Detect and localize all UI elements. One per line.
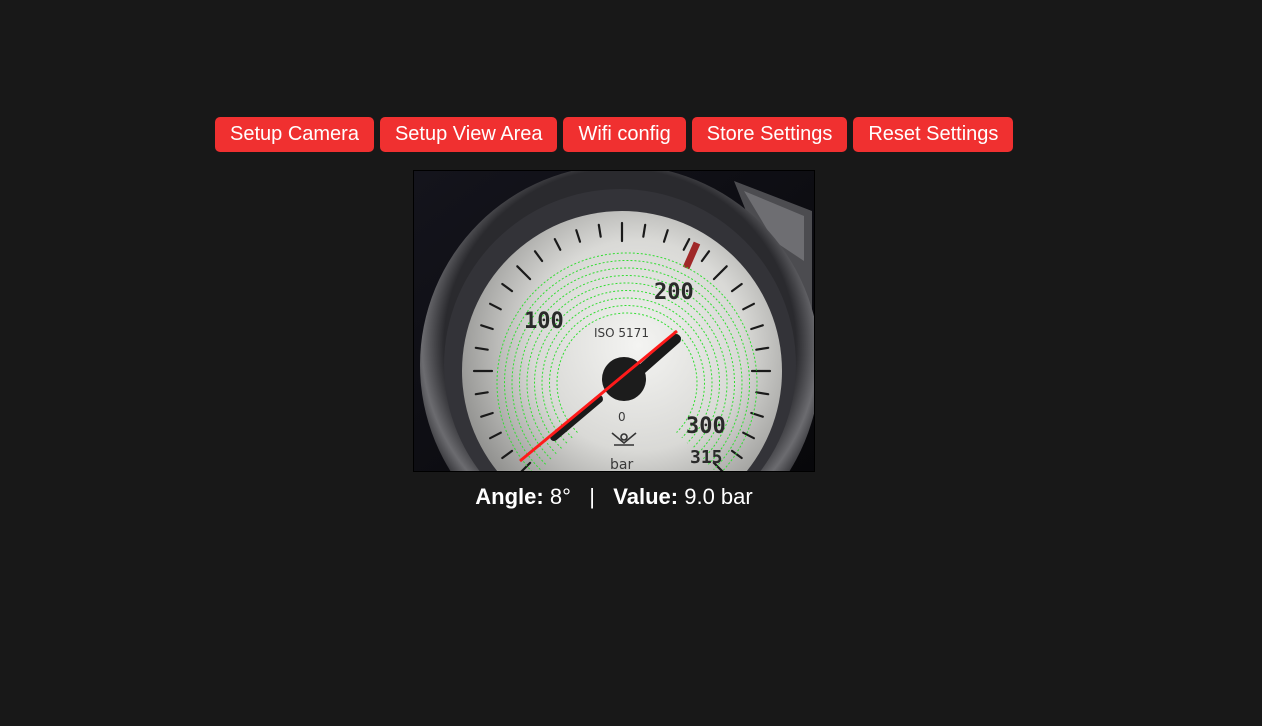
gauge-image: 100 200 300 315 ISO 5171 0 bar bbox=[414, 171, 814, 471]
zero-label: 0 bbox=[618, 410, 626, 424]
scale-label-300: 300 bbox=[686, 414, 726, 439]
value-value: 9.0 bar bbox=[684, 484, 753, 509]
angle-value: 8° bbox=[549, 484, 571, 509]
iso-standard-text: ISO 5171 bbox=[594, 326, 649, 340]
toolbar: Setup Camera Setup View Area Wifi config… bbox=[215, 117, 1014, 152]
setup-camera-button[interactable]: Setup Camera bbox=[215, 117, 374, 152]
reset-settings-button[interactable]: Reset Settings bbox=[853, 117, 1014, 152]
camera-view: 100 200 300 315 ISO 5171 0 bar bbox=[413, 170, 815, 472]
wifi-config-button[interactable]: Wifi config bbox=[563, 117, 686, 152]
scale-label-200: 200 bbox=[654, 280, 694, 305]
value-label: Value: bbox=[613, 484, 679, 509]
scale-label-315: 315 bbox=[690, 447, 723, 468]
unit-text: bar bbox=[610, 457, 633, 471]
readout-separator: | bbox=[589, 484, 595, 509]
setup-view-area-button[interactable]: Setup View Area bbox=[379, 117, 558, 152]
angle-label: Angle: bbox=[475, 484, 544, 509]
store-settings-button[interactable]: Store Settings bbox=[691, 117, 848, 152]
measurement-readout: Angle: 8° | Value: 9.0 bar bbox=[0, 484, 1228, 510]
scale-label-100: 100 bbox=[524, 309, 564, 334]
